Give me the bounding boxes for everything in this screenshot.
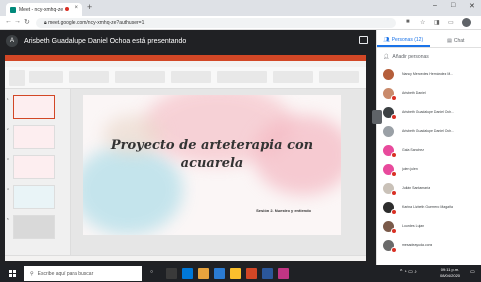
ppt-status-bar xyxy=(5,255,366,261)
mic-off-icon xyxy=(391,113,397,120)
address-bar-row: ← → ↻ 🔒︎ meet.google.com/ncy-xmhq-ze?aut… xyxy=(0,16,481,30)
browser-tab-bar: Meet - ncy-xmhq-ze × + – □ ✕ xyxy=(0,0,481,16)
slide-thumbnails: 1 2 3 4 5 xyxy=(5,89,71,255)
slide-editor: Proyecto de arteterapia con acuarela Ses… xyxy=(71,89,366,255)
meet-stage: A Arisbeth Guadalupe Daniel Ochoa está p… xyxy=(0,30,376,265)
windows-taskbar: ⚲ Escribe aquí para buscar ○ ^ ◔ ▭ ♪ 09:… xyxy=(0,265,481,282)
file-explorer-icon[interactable] xyxy=(198,268,209,279)
avatar xyxy=(383,182,397,196)
list-item[interactable]: mesadeayuda.cons xyxy=(377,236,481,254)
task-view-app-icon[interactable] xyxy=(166,268,177,279)
list-item[interactable]: Julián Santamaría xyxy=(377,179,481,197)
shared-powerpoint-window: 1 2 3 4 5 Proyecto de arteterapia con ac… xyxy=(5,55,366,261)
meet-favicon-icon xyxy=(10,6,16,13)
add-people-button[interactable]: 👤︎ Añadir personas xyxy=(383,54,429,60)
tab-title: Meet - ncy-xmhq-ze xyxy=(19,6,64,13)
avatar xyxy=(383,125,394,137)
taskbar-search[interactable]: ⚲ Escribe aquí para buscar xyxy=(24,266,142,281)
slide-thumbnail[interactable] xyxy=(13,125,55,149)
windows-start-icon[interactable] xyxy=(9,270,16,277)
presenter-avatar: A xyxy=(6,35,18,47)
list-item[interactable]: Arisbeth Daniel xyxy=(377,84,481,102)
cast-icon[interactable]: ▭ xyxy=(448,19,454,26)
mic-off-icon xyxy=(391,227,397,234)
presenter-bar: A Arisbeth Guadalupe Daniel Ochoa está p… xyxy=(0,30,376,52)
presenting-text: Arisbeth Guadalupe Daniel Ochoa está pre… xyxy=(24,37,187,45)
reload-icon[interactable]: ↻ xyxy=(24,18,30,26)
tab-people[interactable]: 👥︎ Personas (12) xyxy=(377,34,430,47)
close-tab-icon[interactable]: × xyxy=(74,5,78,11)
ppt-ribbon xyxy=(5,67,366,89)
chat-icon: ▤ xyxy=(447,37,452,44)
store-icon[interactable] xyxy=(214,268,225,279)
fullscreen-icon[interactable] xyxy=(359,36,368,44)
panel-tabs: 👥︎ Personas (12) ▤ Chat xyxy=(377,34,481,48)
slide-thumbnail[interactable] xyxy=(13,155,55,179)
edge-icon[interactable] xyxy=(182,268,193,279)
avatar xyxy=(383,239,397,253)
word-icon[interactable] xyxy=(262,268,273,279)
participants-panel: 👥︎ Personas (12) ▤ Chat 👤︎ Añadir person… xyxy=(372,30,481,265)
list-item[interactable]: Gala Sanchez xyxy=(377,141,481,159)
extension-icon[interactable]: ◨ xyxy=(434,19,440,26)
avatar xyxy=(383,87,397,101)
star-icon[interactable]: ☆ xyxy=(420,19,425,26)
mic-off-icon xyxy=(391,94,397,101)
mic-off-icon xyxy=(391,208,397,215)
list-item[interactable]: Lourdes Lujan xyxy=(377,217,481,235)
powerpoint-icon[interactable] xyxy=(246,268,257,279)
list-item[interactable]: Arisbeth Guadalupe Daniel Och... xyxy=(377,103,481,121)
avatar xyxy=(383,144,397,158)
mic-off-icon xyxy=(391,189,397,196)
avatar xyxy=(383,163,397,177)
avatar xyxy=(383,68,394,80)
url-field[interactable]: 🔒︎ meet.google.com/ncy-xmhq-ze?authuser=… xyxy=(36,18,396,28)
tray-icons[interactable]: ^ ◔ ▭ ♪ xyxy=(400,269,417,275)
people-icon: 👥︎ xyxy=(383,36,390,43)
back-icon[interactable]: ← xyxy=(5,18,12,25)
minimize-button[interactable]: – xyxy=(433,2,437,9)
notifications-icon[interactable]: ▭ xyxy=(470,269,475,275)
list-item[interactable]: julen julen xyxy=(377,160,481,178)
url-text: meet.google.com/ncy-xmhq-ze?authuser=1 xyxy=(48,20,145,26)
list-item[interactable]: Karina Lizbeth Guerrero Magaña xyxy=(377,198,481,216)
app-icon[interactable] xyxy=(278,268,289,279)
current-slide: Proyecto de arteterapia con acuarela Ses… xyxy=(83,95,341,235)
profile-avatar[interactable] xyxy=(462,18,471,27)
browser-tab-meet[interactable]: Meet - ncy-xmhq-ze × xyxy=(6,3,82,16)
mic-off-icon xyxy=(391,151,397,158)
slide-thumbnail[interactable] xyxy=(13,185,55,209)
avatar xyxy=(383,201,397,215)
slide-title: Proyecto de arteterapia con acuarela xyxy=(110,138,314,171)
maximize-button[interactable]: □ xyxy=(451,2,455,9)
chrome-icon[interactable] xyxy=(230,268,241,279)
slide-thumbnail[interactable] xyxy=(13,215,55,239)
task-view-icon[interactable]: ○ xyxy=(150,269,153,275)
list-item[interactable]: Nancy Mercedes Hernández M... xyxy=(377,65,481,83)
tab-chat[interactable]: ▤ Chat xyxy=(430,34,481,47)
add-person-icon: 👤︎ xyxy=(383,54,390,60)
mic-off-icon xyxy=(391,246,397,253)
search-icon: ⚲ xyxy=(30,270,34,277)
screen: Meet - ncy-xmhq-ze × + – □ ✕ ← → ↻ 🔒︎ me… xyxy=(0,0,481,282)
camera-icon[interactable]: ■ xyxy=(406,19,410,25)
recording-dot-icon xyxy=(65,7,69,11)
avatar xyxy=(383,106,397,120)
list-item[interactable]: Arisbeth Guadalupe Daniel Och... xyxy=(377,122,481,140)
new-tab-button[interactable]: + xyxy=(87,2,92,12)
mic-off-icon xyxy=(391,170,397,177)
slide-subtitle: Sesión 2. Nuestro y entiendo xyxy=(256,208,311,213)
close-window-button[interactable]: ✕ xyxy=(469,2,475,10)
slide-thumbnail[interactable] xyxy=(13,95,55,119)
avatar xyxy=(383,220,397,234)
clock[interactable]: 09:11 p.m. 08/04/2020 xyxy=(440,267,460,279)
forward-icon[interactable]: → xyxy=(14,18,21,25)
